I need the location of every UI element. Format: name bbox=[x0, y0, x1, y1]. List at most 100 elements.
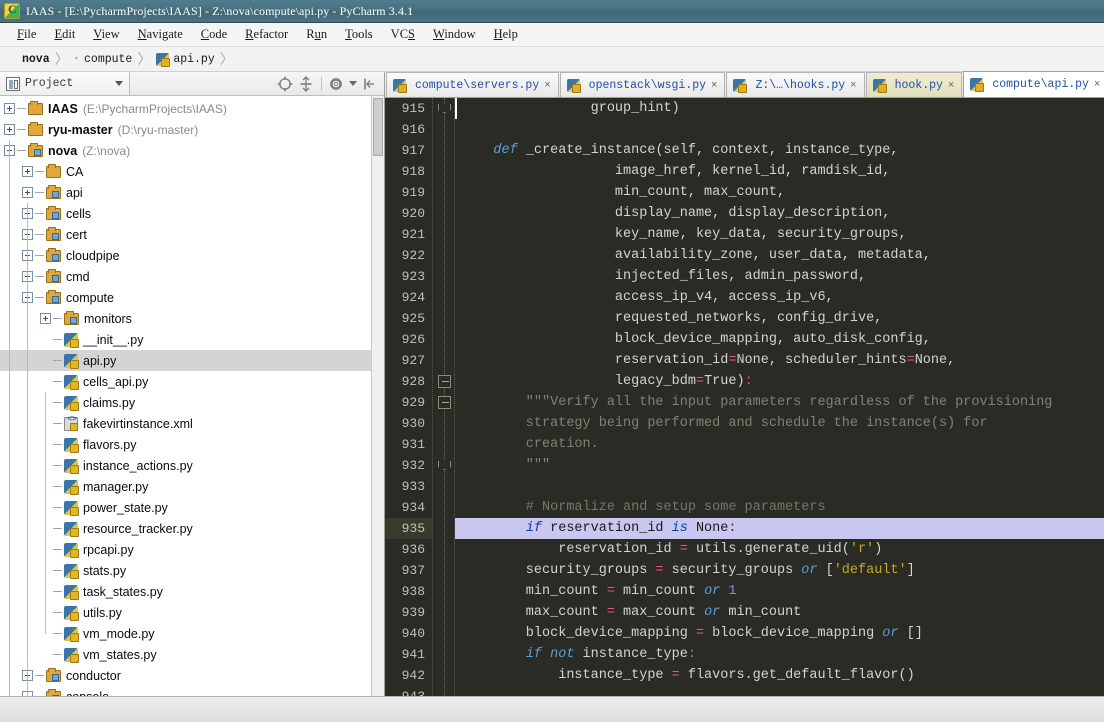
breadcrumb-item-nova[interactable]: nova bbox=[22, 53, 50, 66]
code-line[interactable]: reservation_id=None, scheduler_hints=Non… bbox=[455, 350, 1104, 371]
close-icon[interactable]: × bbox=[1094, 79, 1100, 90]
code-line[interactable]: """Verify all the input parameters regar… bbox=[455, 392, 1104, 413]
code-line[interactable]: instance_type = flavors.get_default_flav… bbox=[455, 665, 1104, 686]
tree-item[interactable]: __init__.py bbox=[0, 329, 384, 350]
breadcrumb-item-compute[interactable]: ▪ compute bbox=[74, 53, 133, 66]
code-line[interactable]: display_name, display_description, bbox=[455, 203, 1104, 224]
chevron-down-icon[interactable] bbox=[115, 81, 123, 86]
code-line[interactable]: reservation_id = utils.generate_uid('r') bbox=[455, 539, 1104, 560]
editor-tab-hook-py[interactable]: hook.py × bbox=[865, 72, 963, 97]
editor-tab-openstack-wsgi-py[interactable]: openstack\wsgi.py × bbox=[559, 72, 726, 97]
code-line[interactable]: legacy_bdm=True): bbox=[455, 371, 1104, 392]
menu-item-navigate[interactable]: Navigate bbox=[129, 25, 192, 44]
project-file-tree[interactable]: IAAS (E:\PycharmProjects\IAAS) ryu-master (… bbox=[0, 96, 384, 696]
code-line[interactable]: key_name, key_data, security_groups, bbox=[455, 224, 1104, 245]
project-panel-scrollbar[interactable] bbox=[371, 96, 384, 696]
close-icon[interactable]: × bbox=[850, 79, 856, 91]
tree-item[interactable]: flavors.py bbox=[0, 434, 384, 455]
editor-tab-z-hooks-py[interactable]: Z:\…\hooks.py × bbox=[726, 72, 865, 97]
fold-collapse-icon[interactable] bbox=[438, 375, 451, 388]
tree-item[interactable]: instance_actions.py bbox=[0, 455, 384, 476]
code-line[interactable] bbox=[455, 119, 1104, 140]
code-line[interactable]: min_count = min_count or 1 bbox=[455, 581, 1104, 602]
code-line[interactable]: security_groups = security_groups or ['d… bbox=[455, 560, 1104, 581]
tree-expand-icon[interactable] bbox=[4, 124, 15, 135]
menu-item-file[interactable]: File bbox=[8, 25, 45, 44]
code-line[interactable]: image_href, kernel_id, ramdisk_id, bbox=[455, 161, 1104, 182]
code-line[interactable] bbox=[455, 476, 1104, 497]
tree-item[interactable]: vm_states.py bbox=[0, 644, 384, 665]
code-content[interactable]: group_hint) def _create_instance(self, c… bbox=[455, 98, 1104, 696]
fold-collapse-icon[interactable] bbox=[438, 396, 451, 409]
code-line[interactable]: def _create_instance(self, context, inst… bbox=[455, 140, 1104, 161]
code-line-current[interactable]: if reservation_id is None: bbox=[455, 98, 1104, 539]
settings-gear-icon[interactable] bbox=[328, 75, 346, 93]
editor-tab-compute-servers-py[interactable]: compute\servers.py × bbox=[386, 72, 559, 97]
tree-item[interactable]: console bbox=[0, 686, 384, 696]
code-line[interactable]: group_hint) bbox=[455, 98, 1104, 119]
tree-item[interactable]: conductor bbox=[0, 665, 384, 686]
menu-item-help[interactable]: Help bbox=[485, 25, 527, 44]
close-icon[interactable]: × bbox=[544, 79, 550, 91]
tree-item[interactable]: monitors bbox=[0, 308, 384, 329]
menu-item-refactor[interactable]: Refactor bbox=[236, 25, 297, 44]
code-line[interactable]: if not instance_type: bbox=[455, 644, 1104, 665]
code-line[interactable]: block_device_mapping, auto_disk_config, bbox=[455, 329, 1104, 350]
code-line[interactable]: block_device_mapping = block_device_mapp… bbox=[455, 623, 1104, 644]
code-editor[interactable]: 915 916 917 918 919 920 921 922 923 924 925 926 927 9… bbox=[385, 98, 1104, 696]
tree-item[interactable]: IAAS (E:\PycharmProjects\IAAS) bbox=[0, 98, 384, 119]
menu-item-edit[interactable]: Edit bbox=[45, 25, 84, 44]
menu-item-view[interactable]: View bbox=[84, 25, 128, 44]
code-line[interactable]: # Normalize and setup some parameters bbox=[455, 497, 1104, 518]
close-icon[interactable]: × bbox=[948, 79, 954, 91]
fold-region-end-icon[interactable] bbox=[438, 104, 451, 113]
code-line[interactable]: max_count = max_count or min_count bbox=[455, 602, 1104, 623]
menu-item-vcs[interactable]: VCS bbox=[382, 25, 424, 44]
tree-item[interactable]: rpcapi.py bbox=[0, 539, 384, 560]
fold-region-end-icon[interactable] bbox=[438, 461, 451, 470]
tree-item[interactable]: resource_tracker.py bbox=[0, 518, 384, 539]
menu-item-window[interactable]: Window bbox=[424, 25, 485, 44]
code-fold-gutter[interactable] bbox=[433, 98, 455, 696]
code-line[interactable]: requested_networks, config_drive, bbox=[455, 308, 1104, 329]
code-line[interactable]: min_count, max_count, bbox=[455, 182, 1104, 203]
tree-item[interactable]: CA bbox=[0, 161, 384, 182]
project-view-tab[interactable]: Project bbox=[0, 72, 130, 95]
code-line[interactable]: """ bbox=[455, 455, 1104, 476]
menu-item-code[interactable]: Code bbox=[192, 25, 236, 44]
gear-chevron-down-icon[interactable] bbox=[349, 81, 357, 86]
tree-item-selected[interactable]: api.py bbox=[0, 350, 384, 371]
breadcrumb-item-api-py[interactable]: api.py bbox=[156, 52, 215, 67]
tree-item[interactable]: ryu-master (D:\ryu-master) bbox=[0, 119, 384, 140]
tree-item[interactable]: power_state.py bbox=[0, 497, 384, 518]
tree-expand-icon[interactable] bbox=[22, 166, 33, 177]
code-line[interactable]: injected_files, admin_password, bbox=[455, 266, 1104, 287]
collapse-all-icon[interactable] bbox=[297, 75, 315, 93]
tree-item[interactable]: cells bbox=[0, 203, 384, 224]
tree-item[interactable]: api bbox=[0, 182, 384, 203]
locate-target-icon[interactable] bbox=[276, 75, 294, 93]
code-line[interactable] bbox=[455, 686, 1104, 696]
menu-item-tools[interactable]: Tools bbox=[336, 25, 382, 44]
tree-item[interactable]: stats.py bbox=[0, 560, 384, 581]
tree-expand-icon[interactable] bbox=[40, 313, 51, 324]
tree-item[interactable]: task_states.py bbox=[0, 581, 384, 602]
menu-item-run[interactable]: Run bbox=[297, 25, 336, 44]
tree-item[interactable]: compute bbox=[0, 287, 384, 308]
tree-item[interactable]: claims.py bbox=[0, 392, 384, 413]
tree-item[interactable]: cloudpipe bbox=[0, 245, 384, 266]
tree-item[interactable]: cmd bbox=[0, 266, 384, 287]
tree-expand-icon[interactable] bbox=[4, 103, 15, 114]
tree-item[interactable]: cells_api.py bbox=[0, 371, 384, 392]
scrollbar-thumb[interactable] bbox=[373, 98, 383, 156]
hide-panel-icon[interactable] bbox=[360, 75, 378, 93]
code-line[interactable]: availability_zone, user_data, metadata, bbox=[455, 245, 1104, 266]
code-line[interactable]: access_ip_v4, access_ip_v6, bbox=[455, 287, 1104, 308]
tree-item[interactable]: manager.py bbox=[0, 476, 384, 497]
close-icon[interactable]: × bbox=[711, 79, 717, 91]
tree-item[interactable]: fakevirtinstance.xml bbox=[0, 413, 384, 434]
code-line[interactable]: strategy being performed and schedule th… bbox=[455, 413, 1104, 434]
editor-tab-compute-api-py[interactable]: compute\api.py × bbox=[963, 71, 1104, 97]
tree-item[interactable]: vm_mode.py bbox=[0, 623, 384, 644]
tree-item[interactable]: utils.py bbox=[0, 602, 384, 623]
